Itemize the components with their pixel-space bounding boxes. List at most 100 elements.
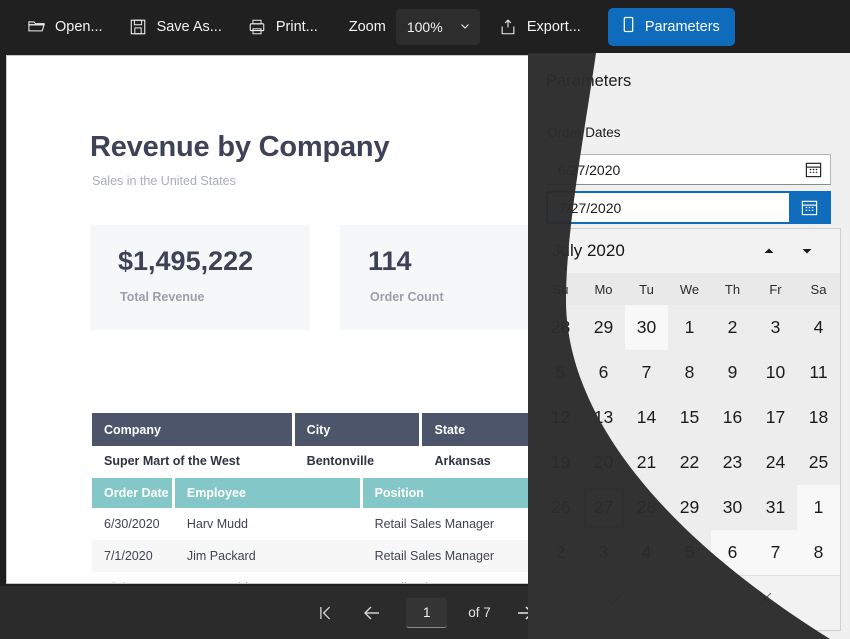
calendar-prev-icon[interactable] bbox=[750, 236, 788, 266]
first-page-icon[interactable] bbox=[312, 600, 338, 626]
calendar-day[interactable]: 2 bbox=[539, 530, 582, 575]
calendar-day[interactable]: 12 bbox=[539, 395, 582, 440]
kpi-label: Order Count bbox=[370, 290, 444, 304]
calendar-icon[interactable] bbox=[789, 193, 829, 222]
folder-open-icon bbox=[27, 17, 46, 36]
calendar-day[interactable]: 30 bbox=[625, 305, 668, 350]
calendar-day[interactable]: 8 bbox=[668, 350, 711, 395]
cell-employee: Harv Mudd bbox=[186, 517, 249, 531]
calendar-day[interactable]: 14 bbox=[625, 395, 668, 440]
calendar-day[interactable]: 4 bbox=[625, 530, 668, 575]
calendar-day[interactable]: 13 bbox=[582, 395, 625, 440]
calendar-day[interactable]: 2 bbox=[711, 305, 754, 350]
calendar-day[interactable]: 20 bbox=[582, 440, 625, 485]
calendar-day[interactable]: 7 bbox=[625, 350, 668, 395]
date-to-value: 7/27/2020 bbox=[559, 199, 622, 216]
cell-order-date: 6/30/2020 bbox=[104, 517, 160, 531]
open-label: Open... bbox=[55, 18, 103, 35]
dayname: Tu bbox=[639, 281, 654, 297]
page-number-input[interactable]: 1 bbox=[406, 597, 448, 628]
calendar-day[interactable]: 19 bbox=[539, 440, 582, 485]
date-from-value: 6/27/2020 bbox=[558, 161, 621, 178]
calendar-day[interactable]: 29 bbox=[582, 305, 625, 350]
kpi-value: 114 bbox=[368, 246, 412, 276]
calendar-accept-button[interactable] bbox=[539, 588, 690, 610]
calendar-day[interactable]: 7 bbox=[754, 530, 797, 575]
dayname: Su bbox=[552, 281, 569, 297]
calendar-day[interactable]: 11 bbox=[797, 350, 840, 395]
calendar-day[interactable]: 26 bbox=[539, 485, 582, 530]
print-button[interactable]: Print... bbox=[235, 8, 331, 46]
kpi-card-total-revenue: $1,495,222 Total Revenue bbox=[90, 225, 310, 330]
calendar-day[interactable]: 28 bbox=[625, 485, 668, 530]
calendar-day[interactable]: 18 bbox=[797, 395, 840, 440]
calendar-day[interactable]: 5 bbox=[668, 530, 711, 575]
calendar-day[interactable]: 30 bbox=[711, 485, 754, 530]
calendar-day[interactable]: 6 bbox=[711, 530, 754, 575]
cell-employee: Harv Mudd bbox=[175, 581, 363, 583]
calendar-day[interactable]: 3 bbox=[754, 305, 797, 350]
export-label: Export... bbox=[526, 18, 581, 35]
zoom-select[interactable]: 100% bbox=[395, 8, 480, 45]
page-title: Revenue by Company bbox=[90, 131, 390, 163]
open-button[interactable]: Open... bbox=[14, 8, 116, 46]
calendar-icon[interactable] bbox=[796, 155, 830, 184]
cell-order-date: 7/5/2020 bbox=[92, 581, 175, 583]
parameters-button[interactable]: Parameters bbox=[607, 7, 735, 46]
column-header-city: City bbox=[294, 413, 420, 446]
save-as-label: Save As... bbox=[156, 18, 222, 35]
calendar-day[interactable]: 1 bbox=[797, 485, 840, 530]
calendar-grid: 28 29 30 1 2 3 4 5 6 7 8 9 10 11 12 13 1… bbox=[539, 305, 840, 575]
calendar-day[interactable]: 29 bbox=[668, 485, 711, 530]
dayname: Th bbox=[724, 281, 741, 297]
calendar-day[interactable]: 22 bbox=[668, 440, 711, 485]
calendar-day[interactable]: 8 bbox=[797, 530, 840, 575]
panel-icon bbox=[621, 16, 636, 37]
parameters-panel: Parameters Order Dates 6/27/2020 7/27/20… bbox=[528, 53, 850, 639]
export-share-icon bbox=[499, 17, 518, 36]
date-from-field[interactable]: 6/27/2020 bbox=[546, 154, 831, 185]
toolbar: Open... Save As... Print... Zoom 100% Ex… bbox=[0, 0, 850, 53]
calendar-day[interactable]: 4 bbox=[797, 305, 840, 350]
group-value-company: Super Mart of the West bbox=[104, 454, 240, 468]
calendar-next-icon[interactable] bbox=[788, 236, 826, 266]
calendar-day[interactable]: 5 bbox=[539, 350, 582, 395]
dayname: Mo bbox=[594, 281, 613, 297]
calendar-day[interactable]: 28 bbox=[539, 305, 582, 350]
calendar-day[interactable]: 3 bbox=[582, 530, 625, 575]
parameters-button-label: Parameters bbox=[644, 18, 720, 35]
calendar-day[interactable]: 17 bbox=[754, 395, 797, 440]
calendar-day[interactable]: 31 bbox=[754, 485, 797, 530]
calendar-day[interactable]: 23 bbox=[711, 440, 754, 485]
cell-employee: Jim Packard bbox=[186, 549, 256, 563]
previous-page-icon[interactable] bbox=[359, 600, 385, 626]
print-label: Print... bbox=[275, 18, 318, 35]
save-as-button[interactable]: Save As... bbox=[116, 8, 235, 46]
dayname: We bbox=[679, 281, 700, 297]
calendar-day[interactable]: 9 bbox=[711, 350, 754, 395]
calendar-day-selected[interactable]: 27 bbox=[582, 485, 625, 530]
column-header-employee: Employee bbox=[174, 478, 360, 508]
calendar-day[interactable]: 16 bbox=[711, 395, 754, 440]
calendar-day[interactable]: 6 bbox=[582, 350, 625, 395]
parameters-panel-title: Parameters bbox=[546, 72, 632, 90]
dayname: Sa bbox=[810, 281, 827, 297]
calendar-day[interactable]: 24 bbox=[754, 440, 797, 485]
calendar-month-label: July 2020 bbox=[552, 241, 625, 260]
calendar-day[interactable]: 15 bbox=[668, 395, 711, 440]
calendar-day[interactable]: 1 bbox=[668, 305, 711, 350]
app-window: Open... Save As... Print... Zoom 100% Ex… bbox=[0, 0, 850, 639]
calendar-day[interactable]: 25 bbox=[797, 440, 840, 485]
export-button[interactable]: Export... bbox=[486, 8, 594, 46]
calendar-day[interactable]: 10 bbox=[754, 350, 797, 395]
calendar-daynames: Su Mo Tu We Th Fr Sa bbox=[539, 273, 840, 305]
selection-ring: 27 bbox=[583, 487, 624, 528]
date-to-field[interactable]: 7/27/2020 bbox=[546, 191, 831, 224]
floppy-disk-icon bbox=[129, 17, 148, 36]
calendar-footer bbox=[539, 575, 840, 622]
calendar-day[interactable]: 21 bbox=[625, 440, 668, 485]
printer-icon bbox=[248, 17, 267, 36]
calendar-dismiss-button[interactable] bbox=[690, 589, 841, 609]
zoom-value: 100% bbox=[406, 18, 443, 35]
kpi-label: Total Revenue bbox=[120, 290, 205, 304]
